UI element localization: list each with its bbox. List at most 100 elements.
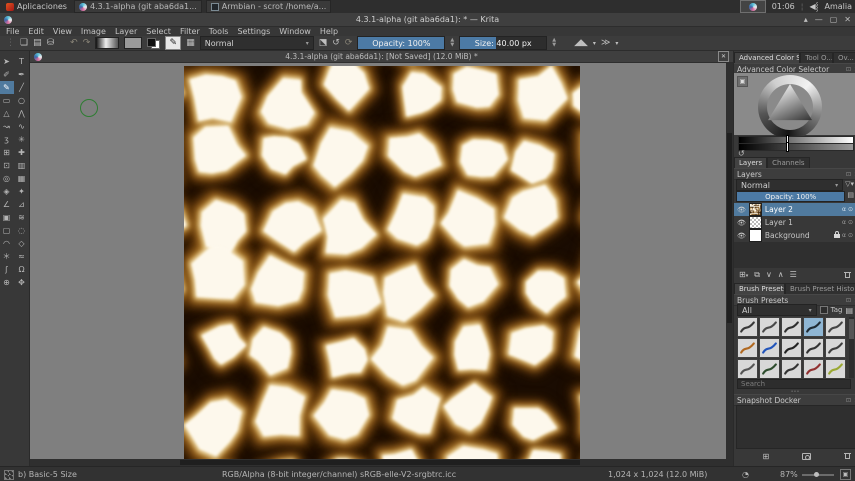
taskbar-window-krita[interactable]: 4.3.1-alpha (git aba6da1... <box>74 0 202 13</box>
canvas-hscrollbar[interactable] <box>30 459 733 466</box>
subwindow-titlebar[interactable]: 4.3.1-alpha (git aba6da1): [Not Saved] (… <box>30 51 733 63</box>
move-layer-up-button[interactable]: ∧ <box>778 270 784 279</box>
freehand-brush-tool[interactable]: ✎ <box>0 81 14 94</box>
color-selector-area[interactable]: ▣ <box>734 73 855 135</box>
zoom-slider-thumb[interactable] <box>814 472 819 477</box>
freehand-select-tool[interactable]: ◠ <box>0 237 14 250</box>
float-docker-icon[interactable]: ⊡ <box>846 66 851 73</box>
visibility-icon[interactable]: 👁 <box>737 232 746 240</box>
inherit-alpha-icon[interactable]: α <box>842 219 846 226</box>
crop-tool[interactable]: ⊡ <box>0 159 14 172</box>
brush-preset-tile[interactable] <box>803 338 824 358</box>
window-switcher-applet[interactable] <box>740 0 766 13</box>
layer-properties-icon[interactable]: ⊙ <box>848 219 853 226</box>
move-tool[interactable]: ✚ <box>15 146 29 159</box>
menu-layer[interactable]: Layer <box>115 27 137 36</box>
brush-preset-tile[interactable] <box>759 338 780 358</box>
gray-bar[interactable] <box>738 143 854 151</box>
brush-preset-tile[interactable] <box>825 338 846 358</box>
brush-search-input[interactable] <box>737 379 851 389</box>
brush-preset-tile[interactable] <box>759 359 780 378</box>
brush-preset-tile[interactable] <box>803 317 824 337</box>
tab-layers[interactable]: Layers <box>734 157 767 168</box>
reload-preset-icon[interactable]: ↺ <box>332 36 340 51</box>
assistants-tool[interactable]: ⊿ <box>15 198 29 211</box>
bezier-curve-tool[interactable]: ↝ <box>0 120 14 133</box>
layer-blending-combo[interactable]: Normal ▾ <box>736 179 843 191</box>
canvas-vscrollbar[interactable] <box>726 63 733 459</box>
open-document-icon[interactable]: ▤ <box>33 36 42 51</box>
brush-preset-tile[interactable] <box>825 359 846 378</box>
brush-preset-tile[interactable] <box>825 317 846 337</box>
layer-opacity-slider[interactable]: Opacity: 100% <box>736 191 845 202</box>
layer-properties-icon[interactable]: ⊙ <box>848 232 853 239</box>
size-slider[interactable]: Size: 40.00 px <box>459 36 547 50</box>
zoom-level-label[interactable]: 87% <box>780 467 798 481</box>
save-document-icon[interactable]: ⛁ <box>47 36 55 51</box>
tab-tool-options[interactable]: Tool O... <box>800 52 833 63</box>
transform-tool[interactable]: ⊞ <box>0 146 14 159</box>
layer-row-background[interactable]: 👁 Background α⊙ <box>734 229 855 242</box>
calligraphy-tool[interactable]: ✒ <box>15 68 29 81</box>
rectangle-tool[interactable]: ▭ <box>0 94 14 107</box>
create-snapshot-button[interactable]: ⊞ <box>763 452 770 461</box>
polygonal-select-tool[interactable]: ◇ <box>15 237 29 250</box>
brush-tag-combo[interactable]: All ▾ <box>737 304 817 316</box>
menu-view[interactable]: View <box>53 27 72 36</box>
chevron-down-icon[interactable]: ▾ <box>615 36 618 51</box>
shade-button[interactable]: ▴ <box>804 15 808 24</box>
fill-tool[interactable]: ◈ <box>0 185 14 198</box>
subwindow-close-icon[interactable]: ✕ <box>718 51 729 62</box>
tab-brush-presets[interactable]: Brush Presets <box>734 283 785 294</box>
volume-icon[interactable]: ◀⸾ <box>809 1 818 12</box>
brush-preset-tile[interactable] <box>781 338 802 358</box>
brush-preset-tile[interactable] <box>737 338 758 358</box>
fit-page-button[interactable]: ▣ <box>840 469 851 480</box>
freehand-path-tool[interactable]: ∿ <box>15 120 29 133</box>
brush-preset-tile[interactable] <box>759 317 780 337</box>
opacity-spin-buttons[interactable]: ▲▼ <box>450 38 454 48</box>
dynamic-brush-tool[interactable]: ʒ <box>0 133 14 146</box>
magnetic-select-tool[interactable]: Ω <box>15 263 29 276</box>
edit-brush-settings-button[interactable]: ✎ <box>165 36 181 50</box>
select-shapes-tool[interactable]: ➤ <box>0 55 14 68</box>
brush-preview-icon[interactable] <box>4 470 14 480</box>
similar-select-tool[interactable]: ≈ <box>15 250 29 263</box>
gradient-tool[interactable]: ▥ <box>15 159 29 172</box>
minimize-button[interactable]: — <box>815 15 823 24</box>
applications-menu[interactable]: Aplicaciones <box>3 1 70 12</box>
smart-patch-tool[interactable]: ≋ <box>15 211 29 224</box>
import-resources-icon[interactable]: ▤ <box>845 306 853 315</box>
canvas[interactable] <box>184 66 580 459</box>
brush-preset-tile[interactable] <box>737 317 758 337</box>
visibility-icon[interactable]: 👁 <box>737 206 746 214</box>
brush-preset-chooser-icon[interactable]: ▦ <box>186 36 195 51</box>
rect-select-tool[interactable]: ▢ <box>0 224 14 237</box>
layer-row-layer2[interactable]: 👁 Layer 2 α⊙ <box>734 203 855 216</box>
brush-preset-tile[interactable] <box>803 359 824 378</box>
tab-advanced-color-selector[interactable]: Advanced Color S... <box>734 52 800 63</box>
float-docker-icon[interactable]: ⊡ <box>846 397 851 404</box>
taskbar-window-terminal[interactable]: Armbian - scrot /home/a... <box>206 0 332 13</box>
menu-window[interactable]: Window <box>279 27 311 36</box>
zoom-tool[interactable]: ⊕ <box>0 276 14 289</box>
gradient-chooser[interactable] <box>95 37 119 49</box>
preserve-alpha-icon[interactable]: ⟳ <box>345 36 353 51</box>
brush-preset-tile[interactable] <box>737 359 758 378</box>
wrap-around-icon[interactable]: ≫ <box>601 36 610 51</box>
ellipse-select-tool[interactable]: ◌ <box>15 224 29 237</box>
pan-tool[interactable]: ✥ <box>15 276 29 289</box>
lock-icon[interactable] <box>834 234 840 238</box>
edit-shapes-tool[interactable]: ✐ <box>0 68 14 81</box>
layer-properties-icon[interactable]: ⊙ <box>848 206 853 213</box>
switch-snapshot-button[interactable] <box>802 453 811 460</box>
duplicate-layer-button[interactable]: ⧉ <box>754 270 760 280</box>
undo-icon[interactable]: ↶ <box>70 36 78 51</box>
memory-gauge-icon[interactable]: ◔ <box>742 467 749 481</box>
hue-ring[interactable] <box>758 75 822 139</box>
hscroll-thumb[interactable] <box>180 460 580 465</box>
selector-settings-icon[interactable]: ▣ <box>737 76 748 87</box>
drag-handle[interactable]: ⋮ <box>6 36 15 51</box>
brush-scroll-thumb[interactable] <box>849 319 854 339</box>
size-spin-buttons[interactable]: ▲▼ <box>552 38 556 48</box>
